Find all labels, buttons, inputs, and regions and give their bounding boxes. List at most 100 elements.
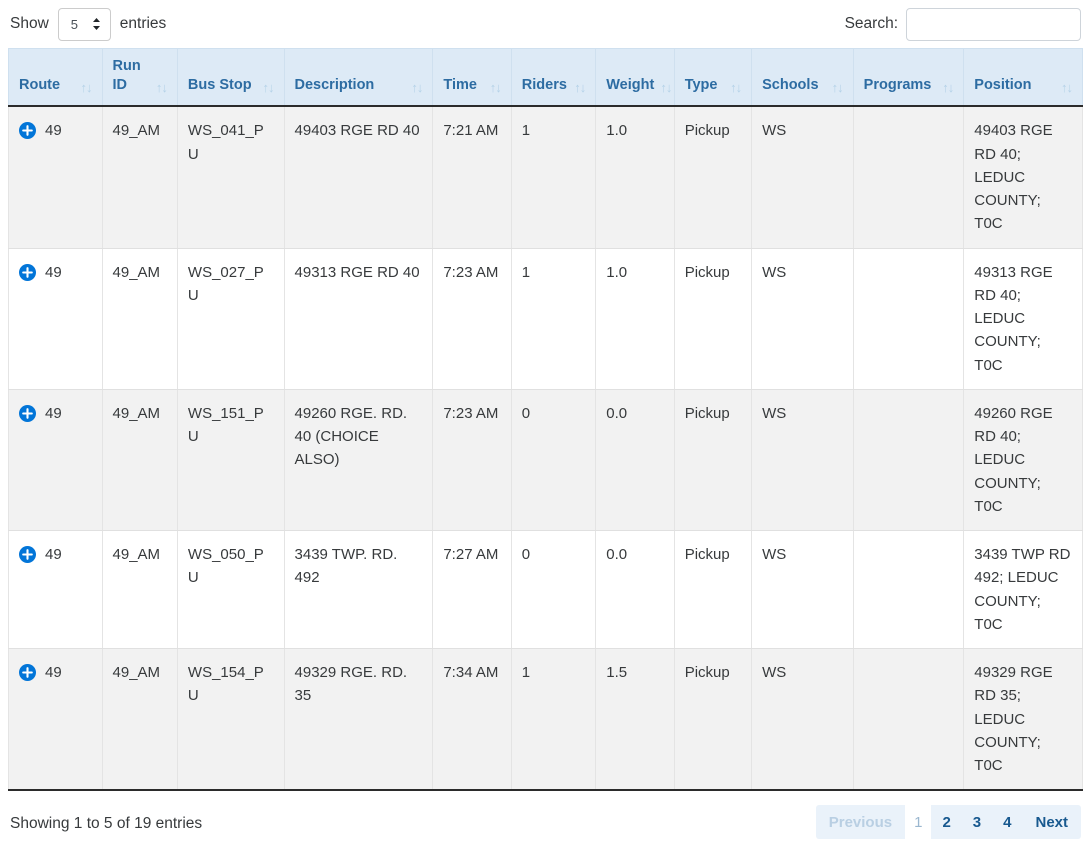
column-header-schools[interactable]: Schools↑↓ (752, 49, 854, 107)
column-header-time[interactable]: Time↑↓ (433, 49, 511, 107)
cell-bus-stop: WS_050_PU (177, 531, 284, 649)
table-row[interactable]: 49 49_AM WS_154_PU 49329 RGE. RD. 35 7:3… (9, 649, 1083, 791)
cell-time: 7:34 AM (433, 649, 511, 791)
column-header-description[interactable]: Description↑↓ (284, 49, 433, 107)
table-row[interactable]: 49 49_AM WS_041_PU 49403 RGE RD 40 7:21 … (9, 106, 1083, 248)
expand-row-icon[interactable] (19, 264, 36, 281)
cell-time: 7:27 AM (433, 531, 511, 649)
column-header-bus-stop[interactable]: Bus Stop↑↓ (177, 49, 284, 107)
cell-bus-stop: WS_041_PU (177, 106, 284, 248)
cell-riders: 0 (511, 389, 595, 530)
cell-weight: 0.0 (596, 389, 674, 530)
cell-time: 7:23 AM (433, 248, 511, 389)
table-search-control: Search: (845, 8, 1081, 41)
cell-programs (853, 106, 964, 248)
cell-programs (853, 649, 964, 791)
search-input[interactable] (906, 8, 1081, 41)
cell-value: 49 (45, 119, 62, 142)
pagination-previous[interactable]: Previous (816, 805, 905, 839)
cell-description: 49313 RGE RD 40 (284, 248, 433, 389)
cell-time: 7:21 AM (433, 106, 511, 248)
pagination-page-2[interactable]: 2 (931, 805, 961, 839)
table-row[interactable]: 49 49_AM WS_050_PU 3439 TWP. RD. 492 7:2… (9, 531, 1083, 649)
cell-schools: WS (752, 531, 854, 649)
cell-type: Pickup (674, 649, 751, 791)
cell-description: 49403 RGE RD 40 (284, 106, 433, 248)
routes-table: Route↑↓ Run ID↑↓ Bus Stop↑↓ Description↑… (8, 48, 1083, 791)
sort-icon: ↑↓ (490, 81, 501, 95)
cell-value: 49 (45, 261, 62, 284)
sort-icon: ↑↓ (574, 81, 585, 95)
column-header-weight[interactable]: Weight ↑↓ (596, 49, 674, 107)
cell-type: Pickup (674, 248, 751, 389)
cell-riders: 1 (511, 106, 595, 248)
cell-schools: WS (752, 649, 854, 791)
table-row[interactable]: 49 49_AM WS_151_PU 49260 RGE. RD. 40 (CH… (9, 389, 1083, 530)
cell-time: 7:23 AM (433, 389, 511, 530)
cell-description: 49260 RGE. RD. 40 (CHOICE ALSO) (284, 389, 433, 530)
table-row[interactable]: 49 49_AM WS_027_PU 49313 RGE RD 40 7:23 … (9, 248, 1083, 389)
cell-position: 49403 RGE RD 40; LEDUC COUNTY; T0C (964, 106, 1083, 248)
cell-weight: 0.0 (596, 531, 674, 649)
column-header-run-id[interactable]: Run ID ↑↓ (102, 49, 177, 107)
column-label: Run ID (113, 57, 150, 95)
expand-row-icon[interactable] (19, 664, 36, 681)
column-header-position[interactable]: Position ↑↓ (964, 49, 1083, 107)
cell-run-id: 49_AM (102, 106, 177, 248)
cell-route: 49 (9, 106, 103, 248)
entries-length-control: Show 5 entries (10, 8, 166, 41)
pagination-page-3[interactable]: 3 (962, 805, 992, 839)
sort-icon: ↑↓ (263, 81, 274, 95)
sort-icon: ↑↓ (156, 81, 167, 95)
cell-route: 49 (9, 389, 103, 530)
entries-label: entries (120, 15, 167, 33)
cell-bus-stop: WS_151_PU (177, 389, 284, 530)
cell-route: 49 (9, 248, 103, 389)
sort-icon: ↑↓ (730, 81, 741, 95)
entries-per-page-select[interactable]: 5 (58, 8, 111, 41)
sort-icon: ↑↓ (942, 81, 953, 95)
table-controls-bar: Show 5 entries Search: (8, 0, 1083, 48)
pagination-page-1[interactable]: 1 (905, 805, 931, 839)
cell-route: 49 (9, 531, 103, 649)
column-header-type[interactable]: Type ↑↓ (674, 49, 751, 107)
search-label: Search: (845, 15, 898, 33)
column-header-route[interactable]: Route↑↓ (9, 49, 103, 107)
cell-programs (853, 248, 964, 389)
table-header: Route↑↓ Run ID↑↓ Bus Stop↑↓ Description↑… (9, 49, 1083, 107)
column-header-riders[interactable]: Riders↑↓ (511, 49, 595, 107)
datatable-page: Show 5 entries Search: (0, 0, 1091, 858)
column-label: Weight (606, 76, 654, 95)
cell-run-id: 49_AM (102, 389, 177, 530)
cell-position: 3439 TWP RD 492; LEDUC COUNTY; T0C (964, 531, 1083, 649)
expand-row-icon[interactable] (19, 122, 36, 139)
pagination-next[interactable]: Next (1022, 805, 1081, 839)
column-label: Description (295, 76, 375, 95)
table-header-row: Route↑↓ Run ID↑↓ Bus Stop↑↓ Description↑… (9, 49, 1083, 107)
cell-value: 49 (45, 402, 62, 425)
cell-riders: 1 (511, 649, 595, 791)
cell-description: 49329 RGE. RD. 35 (284, 649, 433, 791)
cell-description: 3439 TWP. RD. 492 (284, 531, 433, 649)
cell-bus-stop: WS_154_PU (177, 649, 284, 791)
expand-row-icon[interactable] (19, 546, 36, 563)
cell-run-id: 49_AM (102, 649, 177, 791)
column-label: Schools (762, 76, 818, 95)
show-label: Show (10, 15, 49, 33)
pagination-page-4[interactable]: 4 (992, 805, 1022, 839)
expand-row-icon[interactable] (19, 405, 36, 422)
column-header-programs[interactable]: Programs↑↓ (853, 49, 964, 107)
column-label: Type (685, 76, 718, 95)
cell-type: Pickup (674, 531, 751, 649)
pagination: Previous 1 2 3 4 Next (816, 805, 1081, 839)
cell-bus-stop: WS_027_PU (177, 248, 284, 389)
cell-programs (853, 389, 964, 530)
sort-icon: ↑↓ (660, 81, 671, 95)
cell-weight: 1.0 (596, 248, 674, 389)
cell-riders: 0 (511, 531, 595, 649)
sort-icon: ↑↓ (1061, 81, 1072, 95)
cell-value: 49 (45, 661, 62, 684)
cell-schools: WS (752, 106, 854, 248)
table-footer-bar: Showing 1 to 5 of 19 entries Previous 1 … (8, 791, 1083, 853)
column-label: Position (974, 76, 1031, 95)
